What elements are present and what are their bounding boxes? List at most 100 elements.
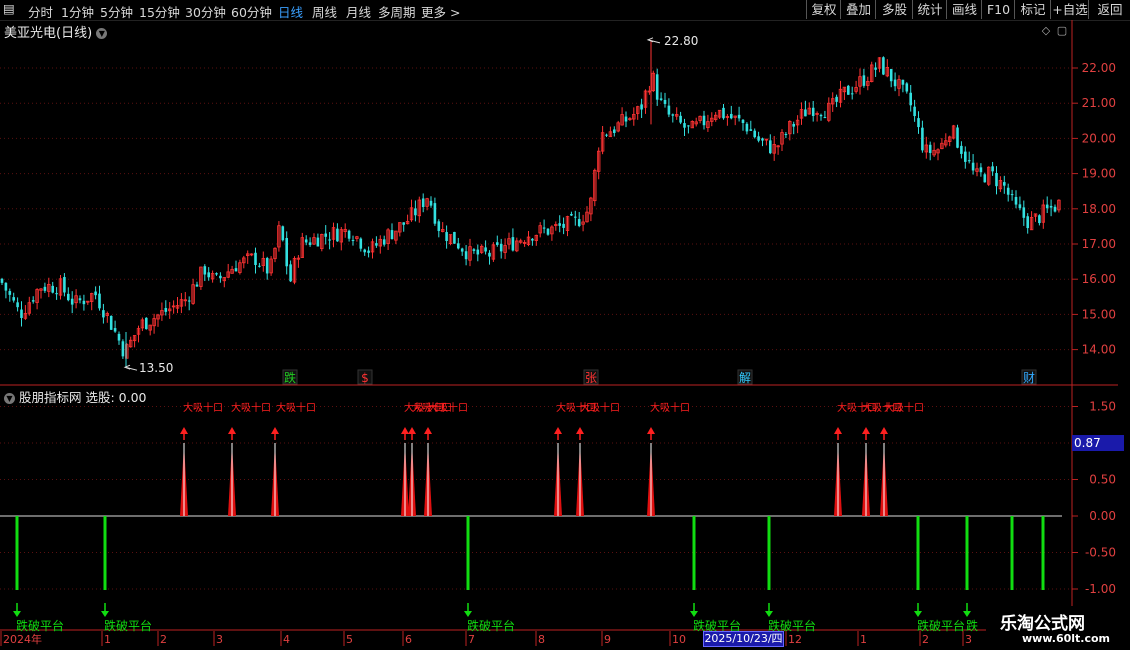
candle-body xyxy=(679,115,682,123)
chart-area: 22.0021.0020.0019.0018.0017.0016.0015.00… xyxy=(0,20,1118,646)
select-value: 选股: 0.00 xyxy=(85,390,147,405)
candle-body xyxy=(445,232,448,242)
candle-body xyxy=(367,250,370,253)
candle-body xyxy=(605,134,608,136)
breakdown-label: 跌 xyxy=(966,618,978,633)
time-axis-label: 2 xyxy=(160,633,167,646)
price-tick-label: 18.00 xyxy=(1082,202,1116,216)
time-axis-label: 9 xyxy=(604,633,611,646)
candle-body xyxy=(971,162,975,171)
down-arrow-icon xyxy=(101,611,109,617)
candle-body xyxy=(956,127,959,148)
candle-body xyxy=(757,136,760,141)
price-tick-label: 21.00 xyxy=(1082,96,1116,110)
candle-body xyxy=(979,167,983,173)
candle-body xyxy=(433,203,437,224)
candle-body xyxy=(484,247,487,252)
signal-text: 大吸十口 xyxy=(650,401,690,414)
candle-body xyxy=(82,300,86,305)
candle-body xyxy=(893,79,897,87)
candle-body xyxy=(991,166,994,172)
candle-body xyxy=(804,109,807,117)
candle-body xyxy=(983,174,987,183)
candle-body xyxy=(909,92,912,106)
candle-body xyxy=(117,333,121,341)
main-chart-title: 美亚光电(日线) ▼ xyxy=(4,22,108,41)
time-axis-label: 12 xyxy=(788,633,802,646)
down-arrow-icon xyxy=(13,611,21,617)
candle-body xyxy=(20,309,23,318)
candle-body xyxy=(655,74,659,100)
candle-body xyxy=(203,266,207,275)
candle-body xyxy=(351,239,355,241)
breakdown-label: 跌破平台 xyxy=(917,618,965,633)
breakdown-bar xyxy=(692,516,696,590)
signal-text: 大吸十口 xyxy=(580,401,620,414)
candle-body xyxy=(304,239,308,243)
candle-body xyxy=(63,277,66,293)
candle-body xyxy=(1022,207,1026,218)
candle-body xyxy=(905,83,909,92)
up-arrow-icon xyxy=(880,427,888,434)
candle-body xyxy=(55,293,58,295)
time-axis-label: 1 xyxy=(860,633,867,646)
candle-body xyxy=(113,328,117,332)
candle-body xyxy=(917,118,920,128)
candle-body xyxy=(121,341,125,357)
breakdown-bar xyxy=(1010,516,1014,590)
candle-body xyxy=(324,233,327,237)
candle-body xyxy=(43,286,47,291)
chevron-down-icon[interactable]: ▼ xyxy=(96,28,108,39)
candle-body xyxy=(414,208,417,216)
time-axis-label: 8 xyxy=(538,633,545,646)
candle-body xyxy=(889,68,893,82)
candle-body xyxy=(531,238,534,241)
candle-body xyxy=(375,243,378,246)
candle-body xyxy=(753,130,756,138)
chevron-down-icon[interactable]: ▼ xyxy=(4,393,15,404)
up-arrow-icon xyxy=(424,427,432,434)
candle-body xyxy=(847,85,850,95)
candle-body xyxy=(258,265,261,267)
watermark-title: 乐淘公式网 xyxy=(1000,614,1085,634)
candle-body xyxy=(187,300,191,302)
candle-body xyxy=(94,291,97,296)
up-arrow-icon xyxy=(576,427,584,434)
candle-body xyxy=(730,113,733,119)
candle-body xyxy=(12,297,15,301)
candle-body xyxy=(960,145,963,154)
candle-body xyxy=(363,249,366,253)
up-arrow-icon xyxy=(834,427,842,434)
candle-body xyxy=(219,275,222,279)
candle-body xyxy=(382,239,386,245)
down-arrow-icon xyxy=(765,611,773,617)
candle-body xyxy=(964,151,967,162)
candle-body xyxy=(254,252,257,265)
down-arrow-icon xyxy=(963,611,971,617)
candle-body xyxy=(511,237,515,251)
candle-body xyxy=(499,243,503,252)
candle-body xyxy=(265,258,269,274)
candle-body xyxy=(70,298,74,305)
up-arrow-icon xyxy=(647,427,655,434)
candle-body xyxy=(390,230,394,240)
candle-body xyxy=(558,223,561,226)
candle-body xyxy=(336,228,339,242)
candle-body xyxy=(347,230,351,239)
price-tick-label: 17.00 xyxy=(1082,237,1116,251)
candle-body xyxy=(1026,216,1029,229)
candle-body xyxy=(659,98,663,100)
candle-body xyxy=(476,249,480,255)
price-tick-label: 16.00 xyxy=(1082,272,1116,286)
breakdown-bar xyxy=(916,516,920,590)
candle-body xyxy=(488,252,491,257)
candle-body xyxy=(574,216,577,218)
candle-body xyxy=(1003,182,1006,186)
signal-text: 大吸十口 xyxy=(884,401,924,414)
candle-body xyxy=(78,298,82,301)
indicator-title: ▼ 股朋指标网 选股: 0.00 xyxy=(4,387,147,406)
candle-body xyxy=(913,106,916,117)
candle-body xyxy=(542,227,546,229)
candle-body xyxy=(31,300,35,302)
candle-body xyxy=(1014,196,1018,205)
